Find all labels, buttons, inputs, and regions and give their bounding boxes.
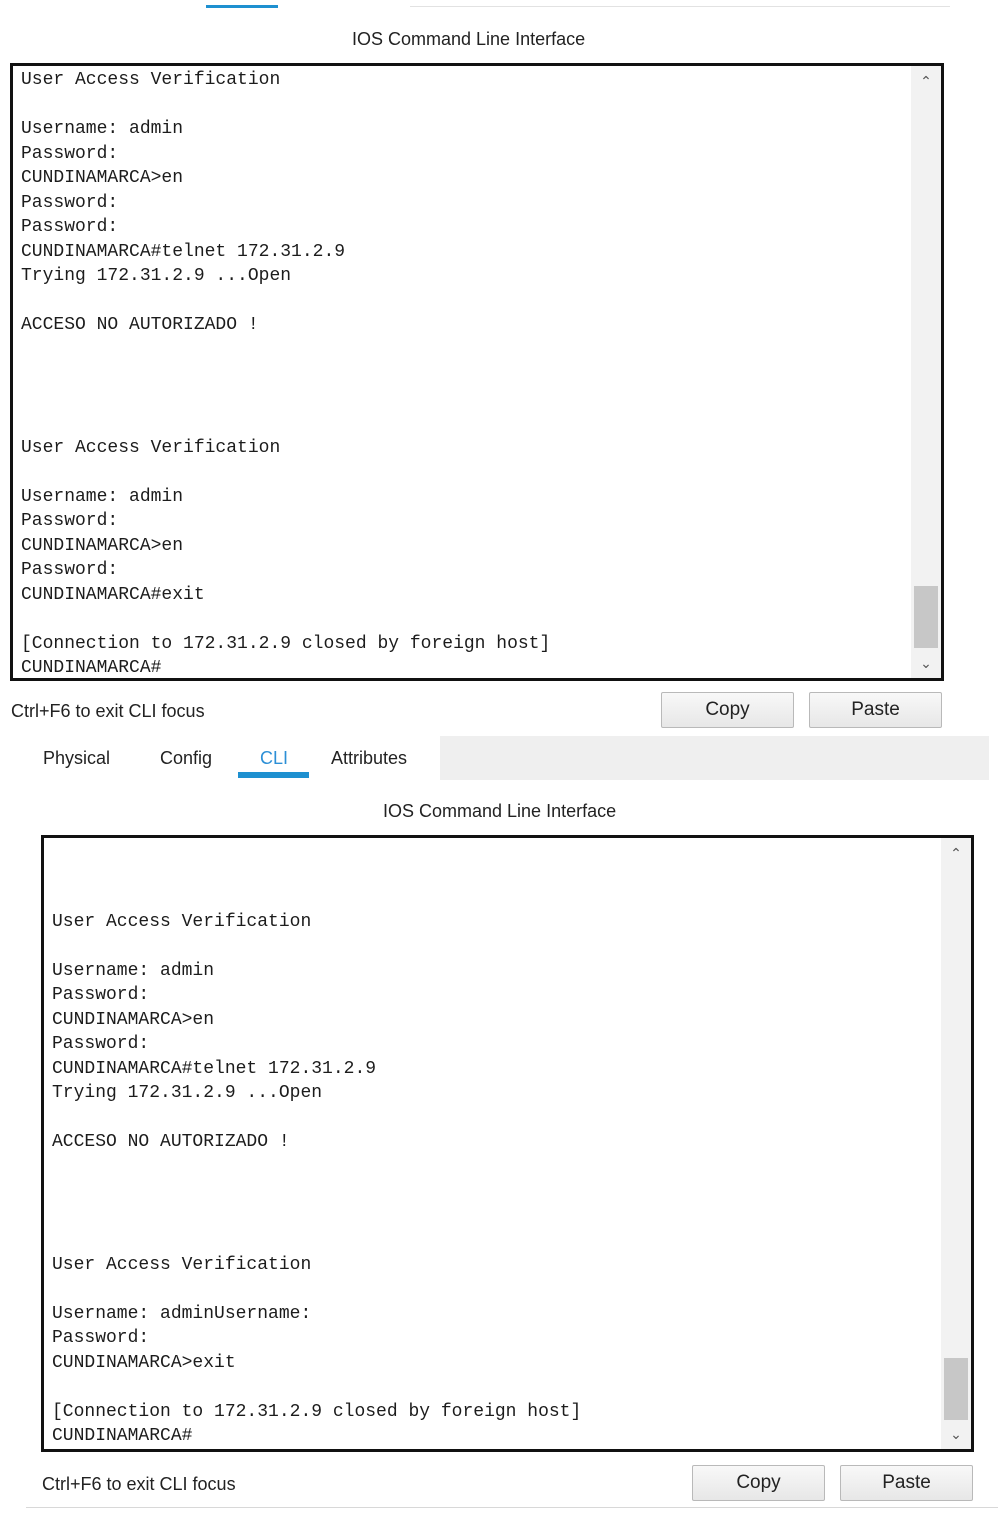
panel2-terminal-output: User Access Verification Username: admin P… [52, 838, 935, 1449]
tab-bar: Physical Config CLI Attributes [26, 736, 989, 780]
terminal-line: User Access Verification [52, 1254, 312, 1275]
chevron-up-icon[interactable]: ⌃ [911, 72, 941, 92]
terminal-line: Trying 172.31.2.9 ...Open [21, 266, 292, 286]
panel2-copy-button[interactable]: Copy [692, 1465, 825, 1501]
terminal-line: Username: admin [21, 486, 184, 507]
terminal-line: [Connection to 172.31.2.9 closed by fore… [52, 1401, 582, 1422]
terminal-line: CUNDINAMARCA>en [52, 1009, 215, 1030]
terminal-line: Password: [52, 1328, 150, 1348]
terminal-line: CUNDINAMARCA#telnet 172.31.2.9 [52, 1058, 377, 1079]
panel2-paste-button[interactable]: Paste [840, 1465, 973, 1501]
active-tab-indicator [238, 772, 309, 778]
panel1-terminal-output: User Access Verification Username: admin P… [21, 68, 905, 678]
terminal-line: CUNDINAMARCA>exit [52, 1352, 236, 1373]
terminal-line: ACCESO NO AUTORIZADO ! [52, 1132, 290, 1152]
terminal-line: Password: [21, 560, 119, 580]
terminal-line: Password: [52, 985, 150, 1005]
terminal-line: Username: admin [21, 119, 184, 139]
chevron-down-icon[interactable]: ⌄ [911, 654, 941, 674]
panel2-cli-focus-hint: Ctrl+F6 to exit CLI focus [42, 1474, 236, 1494]
previous-tabbar-edge [410, 6, 950, 7]
terminal-line: User Access Verification [52, 911, 312, 932]
panel1-cli-focus-hint: Ctrl+F6 to exit CLI focus [11, 701, 205, 721]
tab-attributes[interactable]: Attributes [331, 748, 407, 769]
panel2-title: IOS Command Line Interface [383, 801, 617, 821]
panel2-scrollbar[interactable]: ⌃ ⌄ [941, 838, 971, 1449]
terminal-line: ACCESO NO AUTORIZADO ! [21, 315, 259, 335]
terminal-line: CUNDINAMARCA# [52, 1426, 193, 1446]
panel1-paste-button[interactable]: Paste [809, 692, 942, 728]
panel1-copy-button[interactable]: Copy [661, 692, 794, 728]
terminal-line: Password: [21, 192, 119, 213]
terminal-line: User Access Verification [21, 437, 281, 458]
terminal-line: CUNDINAMARCA# [21, 658, 162, 678]
panel2-scroll-thumb[interactable] [944, 1358, 968, 1420]
terminal-line: Trying 172.31.2.9 ...Open [52, 1083, 323, 1103]
terminal-line: Password: [21, 217, 119, 237]
panel2-terminal[interactable]: User Access Verification Username: admin P… [41, 835, 974, 1452]
tab-bar-background [440, 736, 989, 780]
panel1-scroll-thumb[interactable] [914, 586, 938, 648]
terminal-line: Username: adminUsername: [52, 1303, 312, 1324]
chevron-down-icon[interactable]: ⌄ [941, 1425, 971, 1445]
terminal-line: [Connection to 172.31.2.9 closed by fore… [21, 633, 551, 654]
tab-config[interactable]: Config [160, 748, 212, 769]
bottom-divider [26, 1507, 998, 1508]
terminal-line: CUNDINAMARCA>en [21, 535, 184, 556]
terminal-line: Password: [52, 1034, 150, 1054]
chevron-up-icon[interactable]: ⌃ [941, 844, 971, 864]
tab-physical[interactable]: Physical [43, 748, 110, 769]
tab-cli[interactable]: CLI [260, 748, 288, 769]
previous-tab-underline [206, 5, 278, 8]
panel1-scrollbar[interactable]: ⌃ ⌄ [911, 66, 941, 678]
terminal-line: Username: admin [52, 960, 215, 981]
terminal-line: CUNDINAMARCA#telnet 172.31.2.9 [21, 241, 346, 262]
panel1-title: IOS Command Line Interface [352, 29, 586, 49]
panel1-terminal[interactable]: User Access Verification Username: admin P… [10, 63, 944, 681]
terminal-line: Password: [21, 511, 119, 531]
terminal-line: User Access Verification [21, 70, 281, 90]
terminal-line: CUNDINAMARCA#exit [21, 584, 205, 605]
terminal-line: Password: [21, 143, 119, 164]
terminal-line: CUNDINAMARCA>en [21, 168, 184, 188]
